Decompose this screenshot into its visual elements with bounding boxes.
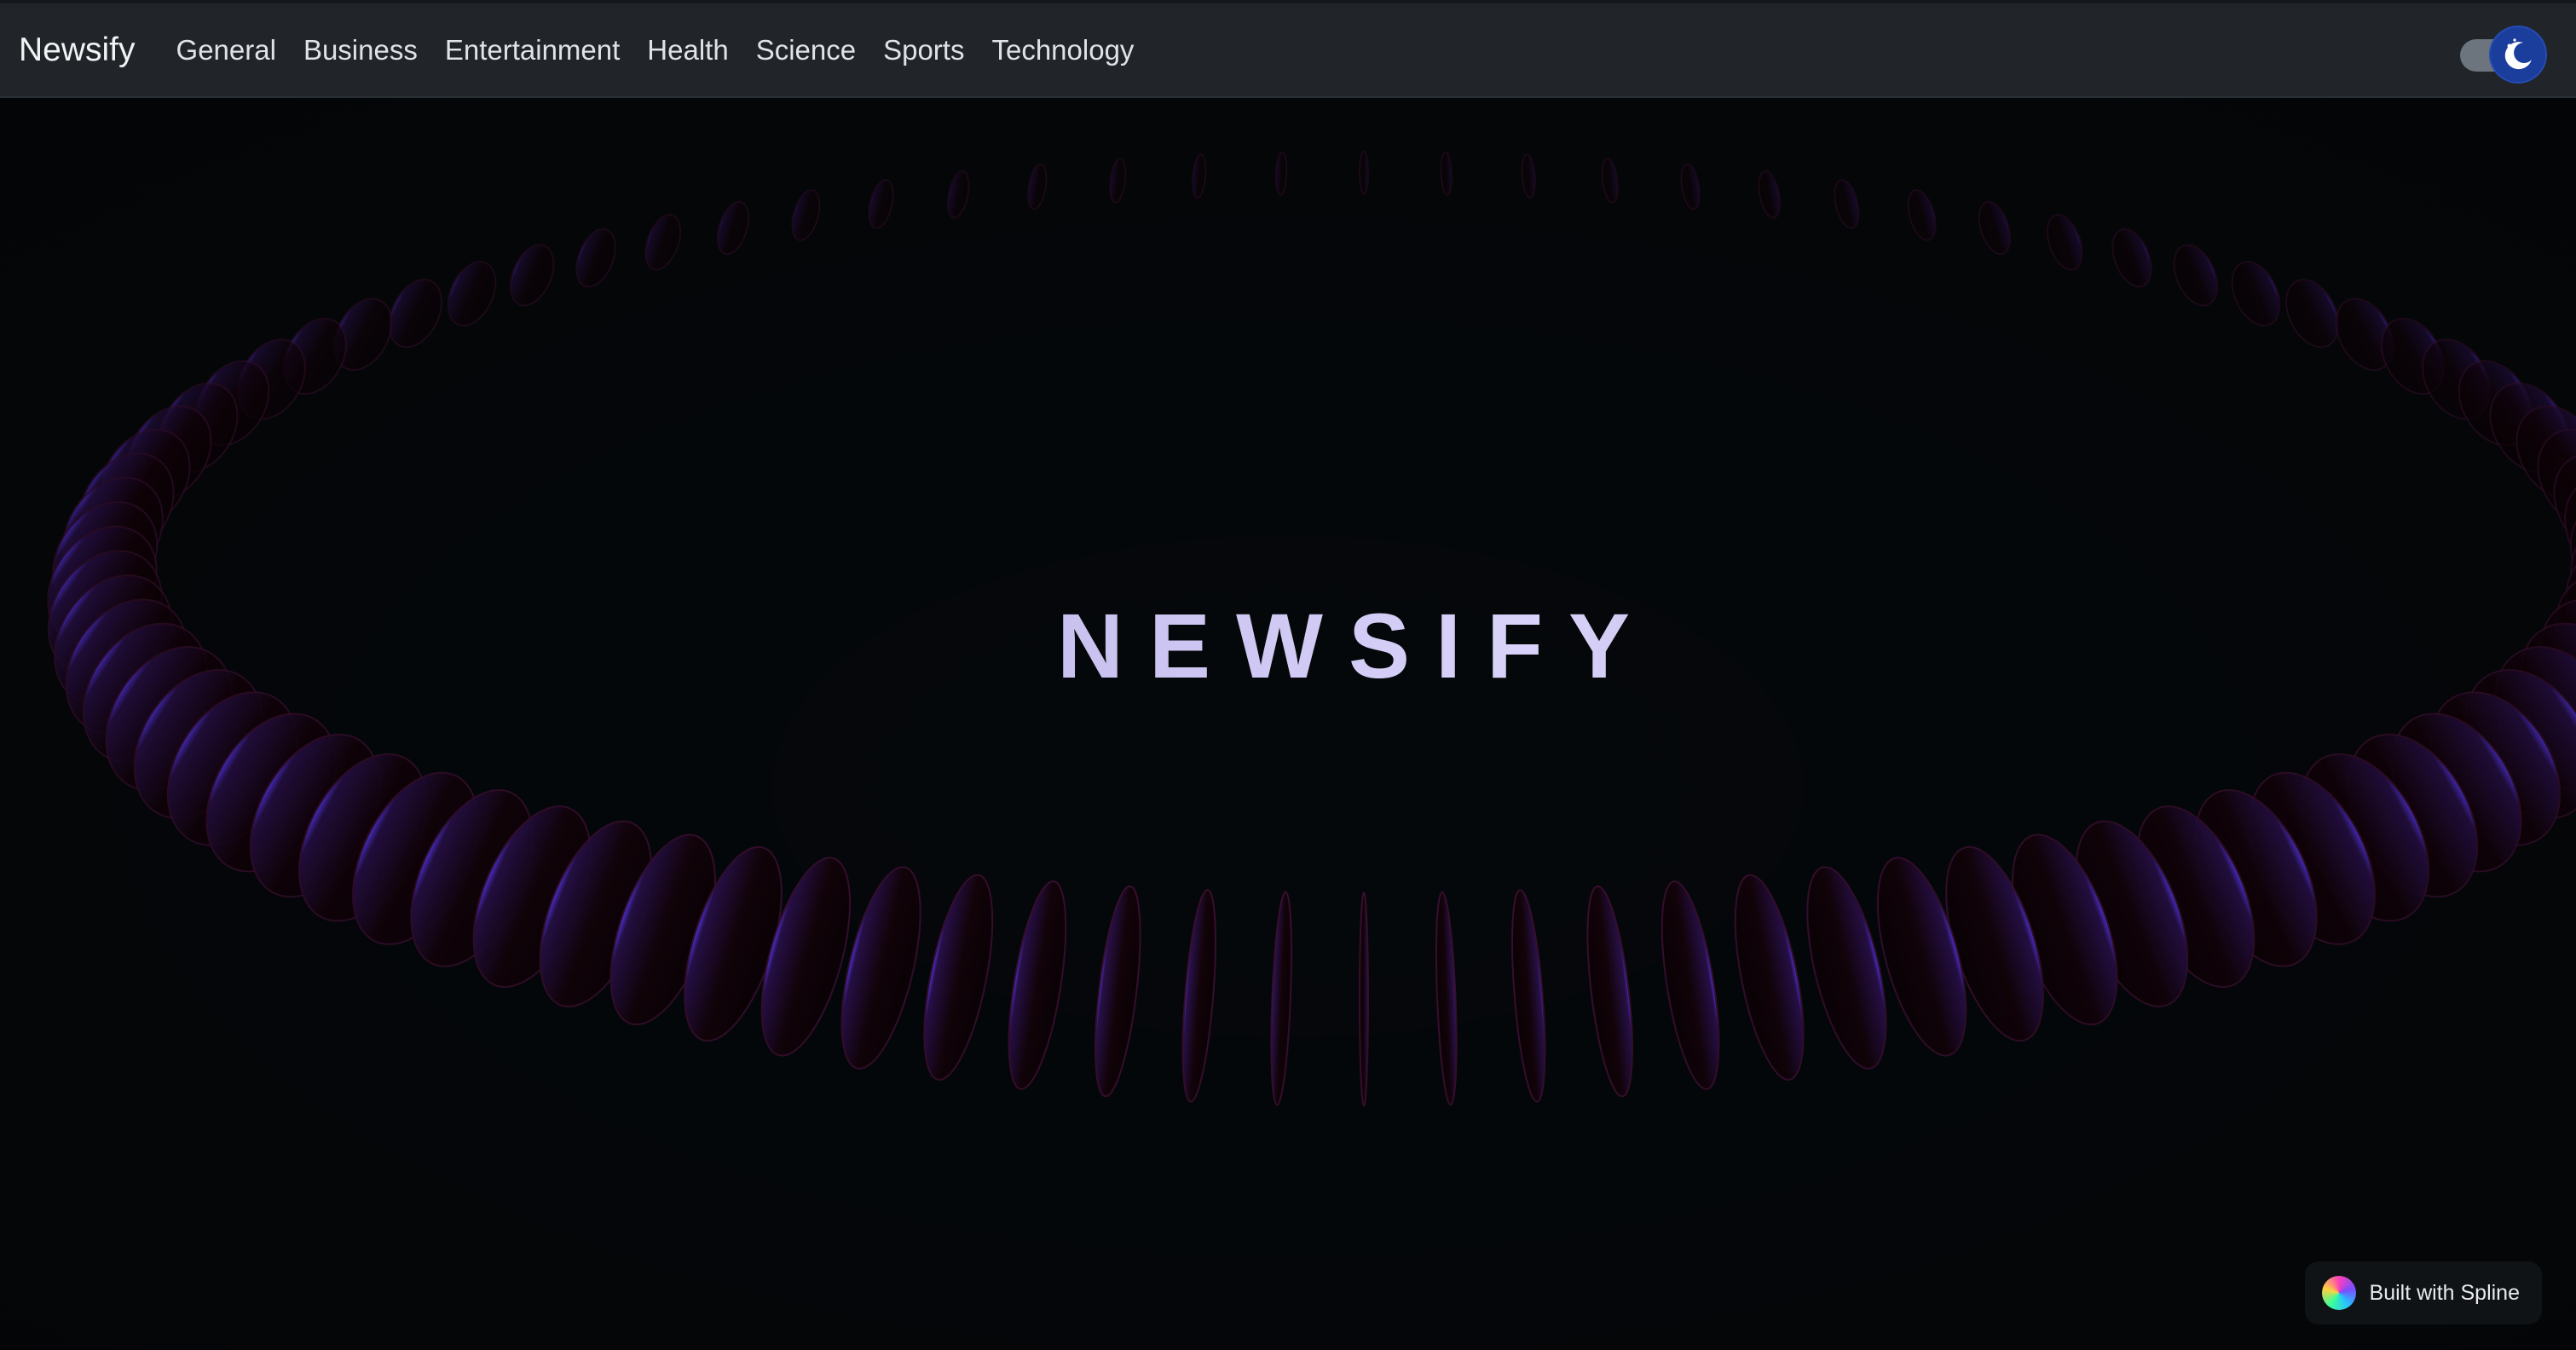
ring-3d-graphic (0, 98, 2576, 1350)
spline-logo-icon (2321, 1276, 2356, 1310)
nav-link-business[interactable]: Business (303, 34, 418, 66)
toggle-knob (2491, 27, 2545, 82)
hero-3d-scene[interactable]: NEWSIFY (0, 98, 2576, 1350)
spline-badge-label: Built with Spline (2369, 1280, 2520, 1305)
nav-link-science[interactable]: Science (756, 34, 856, 66)
theme-toggle[interactable] (2460, 24, 2545, 82)
brand-logo[interactable]: Newsify (19, 32, 136, 69)
nav-link-health[interactable]: Health (647, 34, 728, 66)
hero-title: NEWSIFY (0, 592, 2576, 699)
nav-link-entertainment[interactable]: Entertainment (445, 34, 620, 66)
nav-link-technology[interactable]: Technology (991, 34, 1134, 66)
moon-icon (2504, 38, 2532, 70)
category-nav: General Business Entertainment Health Sc… (176, 3, 1162, 96)
top-navbar: Newsify General Business Entertainment H… (0, 0, 2576, 98)
built-with-spline-badge[interactable]: Built with Spline (2304, 1261, 2542, 1324)
nav-link-general[interactable]: General (176, 34, 276, 66)
nav-link-sports[interactable]: Sports (883, 34, 964, 66)
